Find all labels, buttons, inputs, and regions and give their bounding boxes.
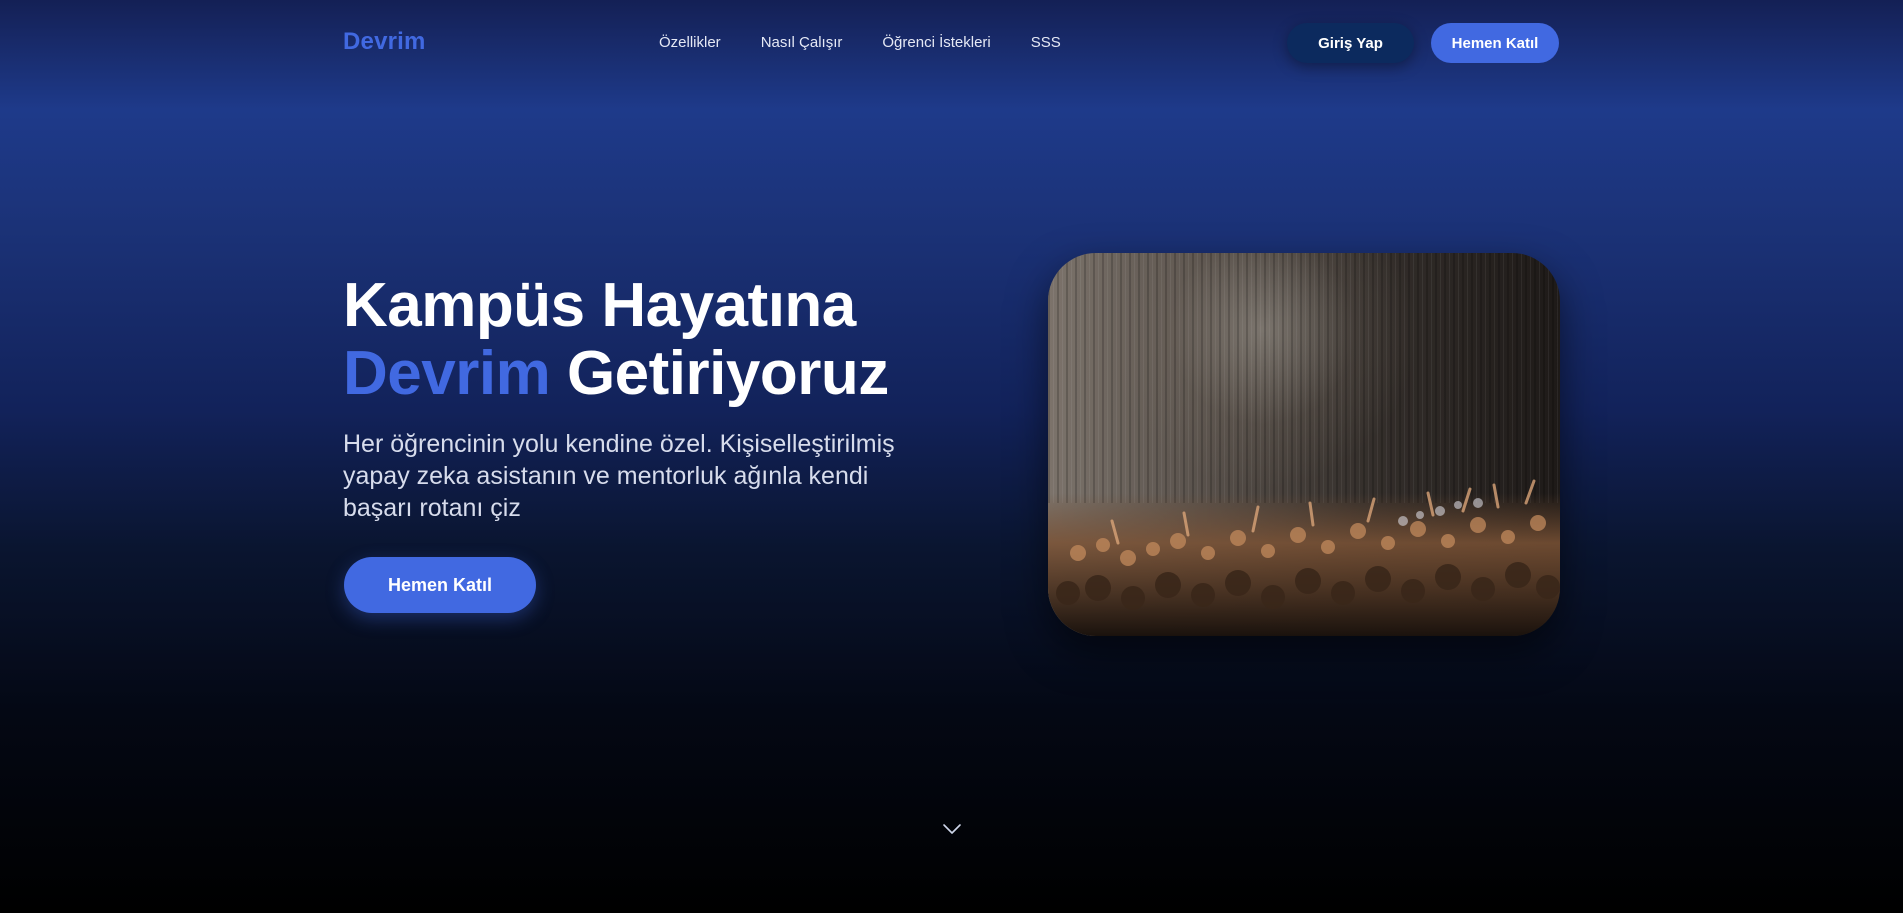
hero-title: Kampüs Hayatına Devrim Getiriyoruz bbox=[343, 272, 889, 408]
hero-title-line1: Kampüs Hayatına bbox=[343, 271, 856, 340]
join-now-button-hero[interactable]: Hemen Katıl bbox=[344, 557, 536, 613]
nav-link-faq[interactable]: SSS bbox=[1031, 34, 1061, 51]
login-button[interactable]: Giriş Yap bbox=[1287, 23, 1414, 63]
hero-subtitle: Her öğrencinin yolu kendine özel. Kişise… bbox=[343, 430, 895, 522]
chevron-down-icon[interactable] bbox=[942, 822, 962, 836]
top-navigation: Devrim Özellikler Nasıl Çalışır Öğrenci … bbox=[0, 0, 1903, 86]
join-now-button-header[interactable]: Hemen Katıl bbox=[1431, 23, 1559, 63]
logo[interactable]: Devrim bbox=[343, 28, 426, 56]
nav-link-features[interactable]: Özellikler bbox=[659, 34, 721, 51]
hero-image bbox=[1048, 253, 1560, 636]
nav-links: Özellikler Nasıl Çalışır Öğrenci İstekle… bbox=[659, 34, 1101, 51]
nav-link-how-it-works[interactable]: Nasıl Çalışır bbox=[761, 34, 843, 51]
hero-title-accent: Devrim bbox=[343, 339, 551, 408]
concert-crowd-illustration bbox=[1048, 253, 1560, 636]
hero-title-line2: Getiriyoruz bbox=[550, 339, 889, 408]
nav-link-student-requests[interactable]: Öğrenci İstekleri bbox=[882, 34, 990, 51]
